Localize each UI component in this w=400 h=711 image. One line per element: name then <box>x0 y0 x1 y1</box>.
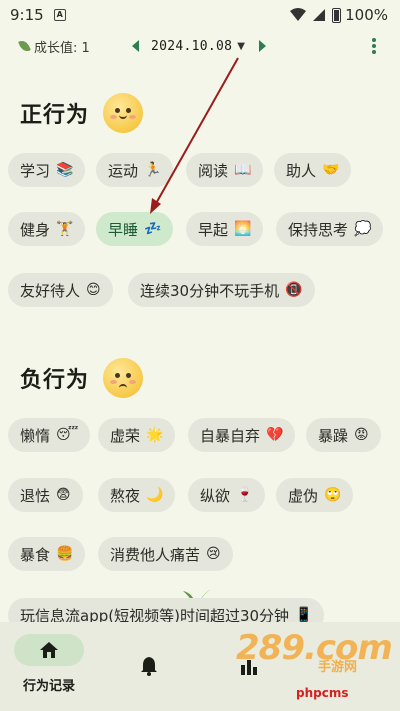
handshake-icon: 🤝 <box>322 162 340 178</box>
chip-consume-others-pain[interactable]: 消费他人痛苦 😢 <box>98 537 233 571</box>
zzz-icon: 💤 <box>144 221 162 237</box>
eye-roll-icon: 🙄 <box>324 487 342 503</box>
chip-label: 懒惰 <box>20 426 51 445</box>
crying-face-icon: 😢 <box>206 546 221 562</box>
battery-icon <box>332 7 342 23</box>
chip-label: 健身 <box>20 220 51 239</box>
nav-behavior-record[interactable]: 行为记录 <box>14 634 84 694</box>
status-bar: 9:15 A 100% <box>0 0 400 30</box>
chip-label: 自暴自弃 <box>200 426 261 445</box>
chip-indulgence[interactable]: 纵欲 🍷 <box>188 478 266 512</box>
watermark-logo: 289.com <box>236 628 393 668</box>
sad-face-icon <box>103 358 144 398</box>
top-bar: 成长值: 1 2024.10.08 ▼ <box>0 30 400 62</box>
chip-label: 虚荣 <box>110 426 141 445</box>
arrow-right-icon[interactable] <box>258 40 266 52</box>
chip-exercise[interactable]: 运动 🏃 <box>96 153 174 187</box>
chip-fitness[interactable]: 健身 🏋 <box>8 212 86 246</box>
home-icon <box>40 642 58 658</box>
weightlifter-icon: 🏋 <box>56 221 74 237</box>
moon-icon: 🌙 <box>146 487 164 503</box>
chip-label: 学习 <box>20 161 51 180</box>
status-time: 9:15 <box>10 6 44 24</box>
chip-timid[interactable]: 退怯 😨 <box>8 478 83 512</box>
bell-icon <box>141 657 157 676</box>
chip-label: 暴躁 <box>318 426 349 445</box>
chip-stay-up-late[interactable]: 熬夜 🌙 <box>98 478 176 512</box>
fearful-face-icon: 😨 <box>56 487 71 503</box>
chip-label: 熬夜 <box>110 486 141 505</box>
chip-early-rise[interactable]: 早起 🌅 <box>186 212 264 246</box>
chip-friendly[interactable]: 友好待人 😊 <box>8 273 113 307</box>
negative-section-title: 负行为 <box>20 358 144 398</box>
mobile-phone-icon: 📱 <box>295 607 313 623</box>
chevron-down-icon[interactable]: ▼ <box>237 41 245 52</box>
broken-heart-icon: 💔 <box>266 427 284 443</box>
leaf-icon <box>18 38 31 54</box>
smile-icon: 😊 <box>86 282 101 298</box>
nav-pill <box>14 634 84 666</box>
book-icon: 📖 <box>234 162 252 178</box>
chip-early-sleep[interactable]: 早睡 💤 <box>96 212 174 246</box>
chip-label: 友好待人 <box>20 281 81 300</box>
nav-reminders[interactable] <box>114 650 184 682</box>
runner-icon: 🏃 <box>144 162 162 178</box>
positive-title-text: 正行为 <box>20 103 90 128</box>
battery-level: 100% <box>345 6 388 24</box>
notification-icon: A <box>53 9 66 21</box>
chip-label: 纵欲 <box>200 486 231 505</box>
chip-label: 阅读 <box>198 161 229 180</box>
chip-help-others[interactable]: 助人 🤝 <box>274 153 352 187</box>
watermark-url: phpcms <box>296 686 349 700</box>
wifi-icon <box>290 8 307 21</box>
date-navigator: 2024.10.08 ▼ <box>132 30 266 62</box>
burger-icon: 🍔 <box>56 546 74 562</box>
chip-hypocrisy[interactable]: 虚伪 🙄 <box>276 478 354 512</box>
chip-vanity[interactable]: 虚荣 🌟 <box>98 418 176 452</box>
chip-keep-thinking[interactable]: 保持思考 💭 <box>276 212 384 246</box>
chip-self-abandon[interactable]: 自暴自弃 💔 <box>188 418 296 452</box>
chip-study[interactable]: 学习 📚 <box>8 153 86 187</box>
books-icon: 📚 <box>56 162 74 178</box>
negative-title-text: 负行为 <box>20 368 90 393</box>
chip-label: 连续30分钟不玩手机 <box>140 281 280 300</box>
chip-no-phone-30min[interactable]: 连续30分钟不玩手机 📵 <box>128 273 315 307</box>
nav-label: 行为记录 <box>22 679 75 694</box>
chip-label: 早起 <box>198 220 229 239</box>
star-icon: 🌟 <box>146 427 164 443</box>
watermark-subtitle: 手游网 <box>318 660 358 675</box>
thought-bubble-icon: 💭 <box>354 221 372 237</box>
chip-overeating[interactable]: 暴食 🍔 <box>8 537 86 571</box>
growth-label: 成长值: 1 <box>34 40 90 56</box>
chip-irritable[interactable]: 暴躁 😡 <box>306 418 381 452</box>
chip-label: 保持思考 <box>288 220 349 239</box>
signal-icon <box>313 9 326 21</box>
chip-lazy[interactable]: 懒惰 😴 <box>8 418 91 452</box>
angry-face-icon: 😡 <box>354 427 369 443</box>
chip-label: 早睡 <box>108 220 139 239</box>
no-phone-icon: 📵 <box>285 282 303 298</box>
positive-section-title: 正行为 <box>20 93 144 133</box>
chip-label: 虚伪 <box>288 486 319 505</box>
growth-value: 成长值: 1 <box>18 37 90 56</box>
chip-label: 暴食 <box>20 545 51 564</box>
chip-reading[interactable]: 阅读 📖 <box>186 153 264 187</box>
chip-label: 消费他人痛苦 <box>110 545 201 564</box>
arrow-left-icon[interactable] <box>132 40 139 52</box>
smile-face-icon <box>103 93 144 133</box>
wine-glass-icon: 🍷 <box>236 487 254 503</box>
sunrise-icon: 🌅 <box>234 221 252 237</box>
chip-label: 运动 <box>108 161 139 180</box>
more-vertical-icon[interactable] <box>372 38 376 54</box>
chip-label: 助人 <box>286 161 317 180</box>
sleepy-icon: 😴 <box>56 427 79 443</box>
date-label[interactable]: 2024.10.08 <box>151 39 232 54</box>
nav-pill <box>114 650 184 682</box>
chip-label: 退怯 <box>20 486 51 505</box>
